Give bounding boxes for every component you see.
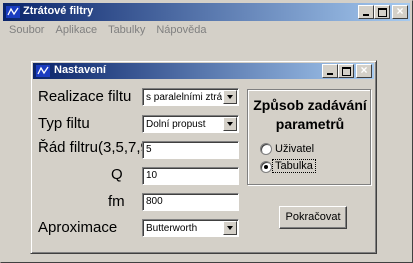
chevron-down-icon xyxy=(227,95,233,99)
menubar: Soubor Aplikace Tabulky Nápověda xyxy=(3,21,410,39)
dialog-title: Nastavení xyxy=(54,64,106,76)
fm-input[interactable]: 800 xyxy=(142,193,239,211)
main-titlebar[interactable]: Ztrátové filtry × xyxy=(3,3,410,21)
menu-tabulky[interactable]: Tabulky xyxy=(102,21,150,36)
fm-label: fm xyxy=(108,193,125,210)
chevron-down-icon xyxy=(227,226,233,230)
close-icon: × xyxy=(360,63,368,77)
close-button[interactable]: × xyxy=(392,4,408,19)
dialog-close-button[interactable]: × xyxy=(356,63,372,78)
aproximace-label: Aproximace xyxy=(38,219,118,236)
menu-napoveda[interactable]: Nápověda xyxy=(150,21,211,36)
typ-label: Typ filtu xyxy=(38,115,90,132)
input-method-group: Způsob zadávání parametrů Uživatel Tabul… xyxy=(247,89,371,185)
dialog-caption-buttons: × xyxy=(322,63,372,78)
minimize-icon xyxy=(363,14,369,16)
dialog-titlebar[interactable]: Nastavení × xyxy=(33,63,374,79)
group-title-line1: Způsob zadávání xyxy=(253,97,367,113)
maximize-icon xyxy=(378,8,387,17)
radio-tabulka[interactable] xyxy=(260,161,272,173)
continue-button[interactable]: Pokračovat xyxy=(279,206,347,229)
main-window-title: Ztrátové filtry xyxy=(23,5,94,17)
realizace-select[interactable]: s paralelními ztrátami xyxy=(142,88,239,106)
maximize-icon xyxy=(342,67,351,76)
app-icon xyxy=(6,6,20,18)
main-caption-buttons: × xyxy=(358,4,408,19)
realizace-value: s paralelními ztrátami xyxy=(146,92,222,103)
q-label: Q xyxy=(111,166,123,183)
aproximace-value: Butterworth xyxy=(146,223,198,234)
rad-input[interactable]: 5 xyxy=(142,141,239,159)
group-title-line2: parametrů xyxy=(275,116,345,132)
dialog-minimize-button[interactable] xyxy=(322,64,338,78)
menu-soubor[interactable]: Soubor xyxy=(3,21,49,36)
q-input[interactable]: 10 xyxy=(142,167,239,185)
radio-uzivatel-label[interactable]: Uživatel xyxy=(275,143,314,155)
radio-uzivatel[interactable] xyxy=(260,143,272,155)
realizace-label: Realizace filtu xyxy=(38,88,132,105)
dialog-icon xyxy=(36,65,50,77)
group-title: Způsob zadávání parametrů xyxy=(248,96,372,134)
minimize-icon xyxy=(327,73,333,75)
aproximace-select[interactable]: Butterworth xyxy=(142,219,239,237)
close-icon: × xyxy=(396,4,404,18)
maximize-button[interactable] xyxy=(374,5,390,19)
typ-value: Dolní propust xyxy=(146,119,206,130)
dialog-maximize-button[interactable] xyxy=(338,64,354,78)
chevron-down-icon xyxy=(227,122,233,126)
main-window: Ztrátové filtry × Soubor Aplikace Tabulky N… xyxy=(0,0,413,263)
settings-dialog: Nastavení × Realizace filtu s paralelním… xyxy=(30,60,377,254)
radio-tabulka-label[interactable]: Tabulka xyxy=(272,159,316,173)
rad-label: Řád filtru(3,5,7,9) xyxy=(38,139,154,156)
radio-selected-dot xyxy=(264,165,268,169)
typ-dropdown-button[interactable] xyxy=(223,117,237,131)
aproximace-dropdown-button[interactable] xyxy=(223,221,237,235)
realizace-dropdown-button[interactable] xyxy=(223,90,237,104)
typ-select[interactable]: Dolní propust xyxy=(142,115,239,133)
menu-aplikace[interactable]: Aplikace xyxy=(49,21,102,36)
minimize-button[interactable] xyxy=(358,5,374,19)
